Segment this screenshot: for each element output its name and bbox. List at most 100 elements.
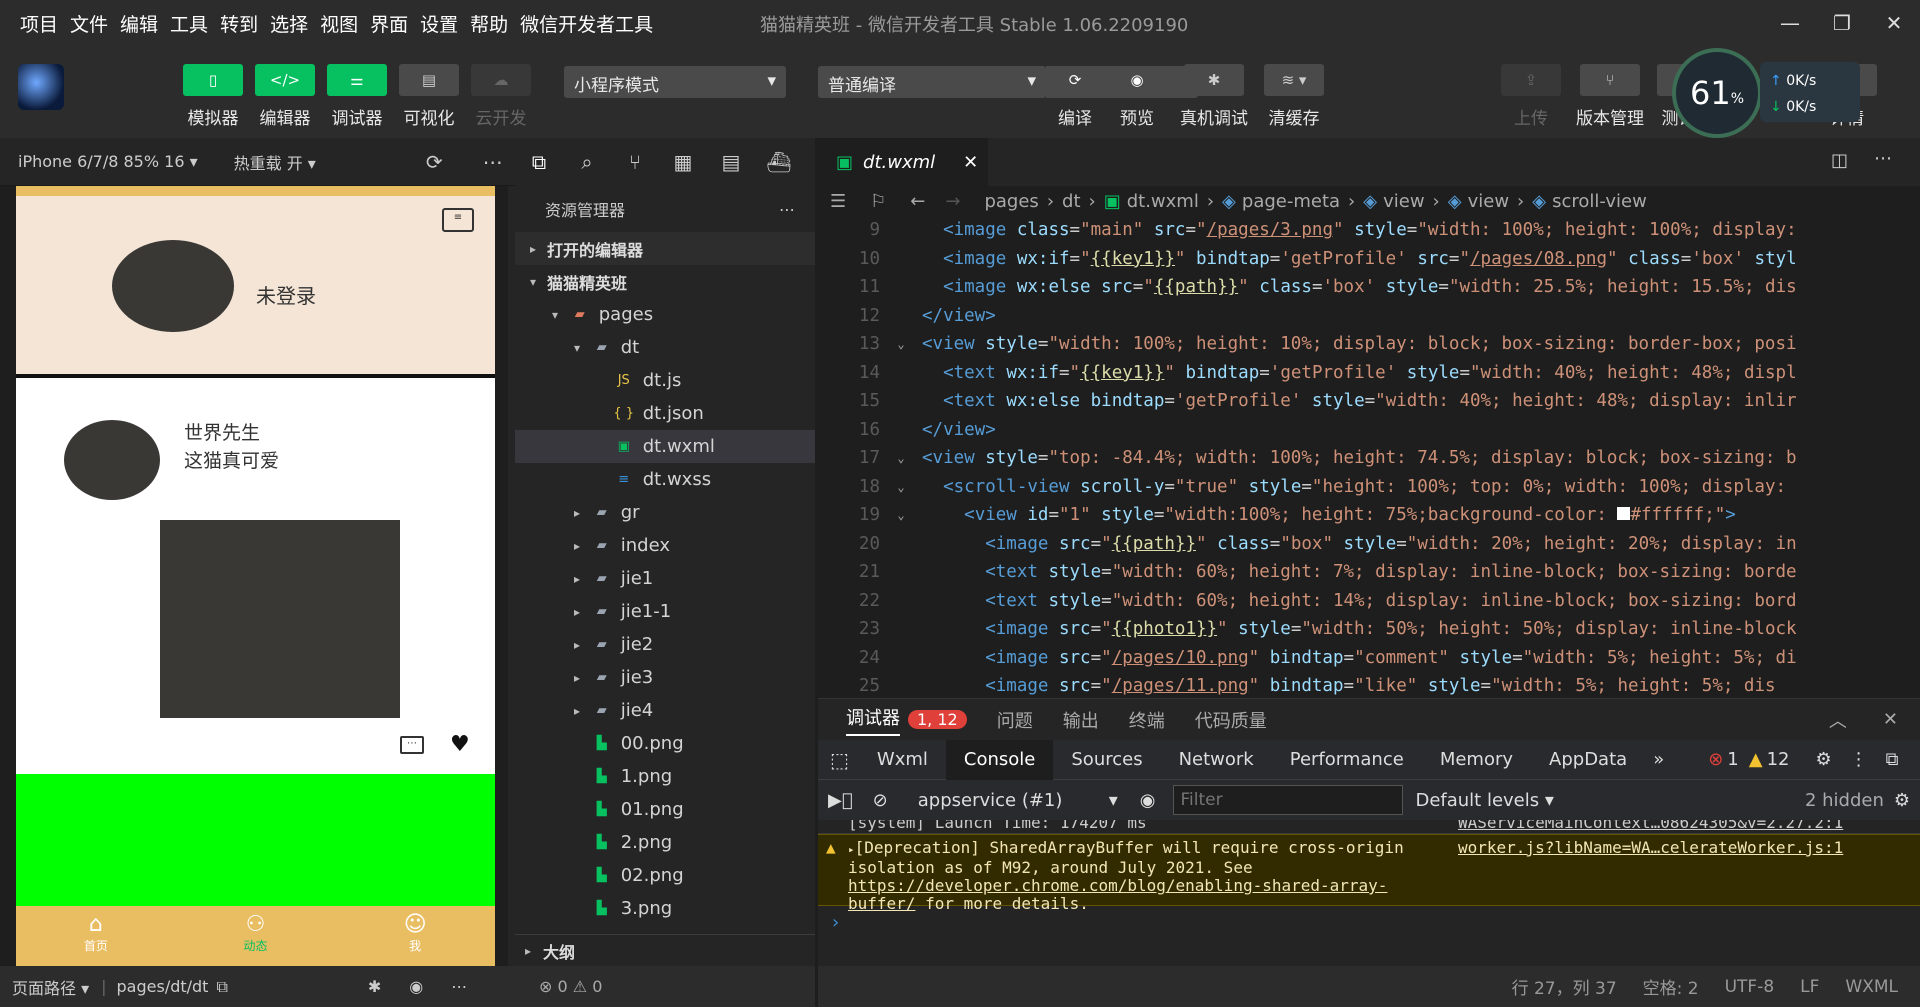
tab-issues[interactable]: 问题 [997, 707, 1033, 733]
tab-sources[interactable]: Sources [1053, 740, 1160, 780]
more-icon[interactable]: ⋯ [1874, 148, 1892, 169]
file-tree-item[interactable]: ▙ 02.png [515, 859, 815, 892]
menu-interface[interactable]: 界面 [364, 10, 414, 37]
file-tree-item[interactable]: ▸ ▰ jie2 [515, 628, 815, 661]
file-tree-item[interactable]: ▙ 3.png [515, 892, 815, 925]
forward-icon[interactable]: → [945, 191, 960, 212]
more-tabs-icon[interactable]: » [1653, 749, 1664, 770]
avatar[interactable] [112, 240, 234, 332]
levels-select[interactable]: Default levels ▾ [1415, 790, 1553, 811]
extensions-icon[interactable]: ▦ [659, 150, 707, 174]
open-editors-section[interactable]: ▸ 打开的编辑器 [515, 232, 815, 265]
code-line[interactable]: 13 ⌄ <view style="width: 100%; height: 10%… [818, 330, 1920, 359]
clear-console-icon[interactable]: ⊘ [873, 790, 888, 811]
code-line[interactable]: 17 ⌄ <view style="top: -84.4%; width: 100%… [818, 444, 1920, 473]
tab-quality[interactable]: 代码质量 [1195, 707, 1267, 733]
hotreload-toggle[interactable]: 热重载 开 ▾ [234, 150, 316, 174]
editor-button[interactable]: </> 编辑器 [250, 64, 320, 129]
menu-select[interactable]: 选择 [264, 10, 314, 37]
encoding[interactable]: UTF-8 [1725, 977, 1775, 997]
eye-icon[interactable]: ◉ [1140, 790, 1156, 811]
crumb-view-2[interactable]: view [1468, 191, 1509, 212]
gear-icon[interactable]: ⚙ [1816, 749, 1832, 770]
tab-feed[interactable]: ⚇ 动态 [176, 906, 336, 966]
file-tree-item[interactable]: ▾ ▰ dt [515, 331, 815, 364]
console-filter-input[interactable] [1173, 785, 1404, 815]
search-icon[interactable]: ⌕ [563, 150, 611, 174]
tab-dt-wxml[interactable]: ▣ dt.wxml ✕ [818, 138, 988, 186]
file-tree-item[interactable]: ▸ ▰ jie3 [515, 661, 815, 694]
avatar[interactable] [18, 64, 64, 110]
menu-wechat-devtools[interactable]: 微信开发者工具 [514, 10, 659, 37]
preview-button[interactable]: ◉ 预览 [1102, 64, 1172, 129]
more-icon[interactable]: ⋯ [483, 150, 503, 174]
code-line[interactable]: 14 <text wx:if="{{key1}}" bindtap='getPr… [818, 359, 1920, 388]
performance-gauge[interactable]: 61% [1672, 48, 1762, 138]
kebab-icon[interactable]: ⋮ [1850, 749, 1868, 770]
menu-file[interactable]: 文件 [64, 10, 114, 37]
dock-icon[interactable]: ⧉ [1886, 749, 1899, 770]
message-icon[interactable]: ≡ [442, 208, 474, 232]
tab-terminal[interactable]: 终端 [1129, 707, 1165, 733]
docker-icon[interactable]: ⛴ [755, 150, 803, 174]
code-line[interactable]: 12 </view> [818, 302, 1920, 331]
file-tree-item[interactable]: ▸ ▰ index [515, 529, 815, 562]
version-button[interactable]: ⑂ 版本管理 [1572, 64, 1648, 129]
real-debug-button[interactable]: ✱ 真机调试 [1178, 64, 1250, 129]
menu-edit[interactable]: 编辑 [114, 10, 164, 37]
code-line[interactable]: 19 ⌄ <view id="1" style="width:100%; heig… [818, 501, 1920, 530]
menu-tools[interactable]: 工具 [164, 10, 214, 37]
tab-debugger[interactable]: 调试器 [846, 704, 900, 736]
tab-console[interactable]: Console [945, 739, 1054, 780]
tab-home[interactable]: ⌂ 首页 [16, 906, 176, 966]
crumb-pages[interactable]: pages [984, 191, 1038, 212]
crumb-view[interactable]: view [1383, 191, 1424, 212]
file-tree-item[interactable]: JS dt.js [515, 364, 815, 397]
more-icon[interactable]: ⋯ [779, 200, 795, 219]
bookmark-icon[interactable]: ⚐ [870, 191, 886, 212]
crumb-scroll-view[interactable]: scroll-view [1552, 191, 1647, 212]
split-editor-icon[interactable]: ◫ [1831, 150, 1848, 171]
files-icon[interactable]: ⧉ [515, 150, 563, 174]
compile-mode-select[interactable]: 普通编译 ▾ [818, 66, 1046, 98]
fold-chevron-icon[interactable]: ⌄ [880, 337, 922, 351]
file-tree-item[interactable]: ▸ ▰ jie1 [515, 562, 815, 595]
menu-goto[interactable]: 转到 [214, 10, 264, 37]
code-editor[interactable]: 9 <image class="main" src="/pages/3.png"… [818, 216, 1920, 698]
code-line[interactable]: 20 <image src="{{path}}" class="box" sty… [818, 530, 1920, 559]
copy-icon[interactable]: ⧉ [216, 977, 227, 997]
tab-network[interactable]: Network [1161, 740, 1272, 780]
language-mode[interactable]: WXML [1845, 977, 1898, 997]
code-line[interactable]: 16 </view> [818, 416, 1920, 445]
file-tree-item[interactable]: ▸ ▰ gr [515, 496, 815, 529]
page-path-label[interactable]: 页面路径 ▾ [12, 975, 89, 999]
fold-chevron-icon[interactable]: ⌄ [880, 480, 922, 494]
code-line[interactable]: 11 <image wx:else src="{{path}}" class='… [818, 273, 1920, 302]
file-tree-item[interactable]: ▙ 1.png [515, 760, 815, 793]
menu-settings[interactable]: 设置 [414, 10, 464, 37]
maximize-icon[interactable]: ❐ [1816, 0, 1868, 46]
layout-icon[interactable]: ▤ [707, 150, 755, 174]
sidebar-toggle-icon[interactable]: ▶⃞ [828, 790, 853, 811]
line-ending[interactable]: LF [1800, 977, 1819, 997]
source-control-icon[interactable]: ⑂ [611, 150, 659, 174]
rotate-icon[interactable]: ⟳ [426, 150, 443, 174]
device-select[interactable]: iPhone 6/7/8 85% 16 ▾ [18, 152, 198, 171]
visual-button[interactable]: ▤ 可视化 [394, 64, 464, 129]
minimize-icon[interactable]: — [1764, 0, 1816, 46]
tab-me[interactable]: ☺ 我 [335, 906, 495, 966]
crumb-dt[interactable]: dt [1062, 191, 1080, 212]
code-line[interactable]: 21 <text style="width: 60%; height: 7%; … [818, 558, 1920, 587]
problems-summary[interactable]: ⊗ 0 ⚠ 0 [515, 966, 815, 1007]
debugger-button[interactable]: ⚌ 调试器 [322, 64, 392, 129]
file-tree-item[interactable]: ▙ 01.png [515, 793, 815, 826]
file-tree-item[interactable]: ▸ ▰ jie1-1 [515, 595, 815, 628]
menu-view[interactable]: 视图 [314, 10, 364, 37]
close-icon[interactable]: ✕ [1868, 0, 1920, 46]
cloud-button[interactable]: ☁ 云开发 [466, 64, 536, 129]
tab-memory[interactable]: Memory [1422, 740, 1531, 780]
file-tree-item[interactable]: ▙ 00.png [515, 727, 815, 760]
file-tree-item[interactable]: ▸ ▰ jie4 [515, 694, 815, 727]
expand-icon[interactable]: ▸ [848, 843, 855, 856]
file-tree-item[interactable]: ▙ 2.png [515, 826, 815, 859]
